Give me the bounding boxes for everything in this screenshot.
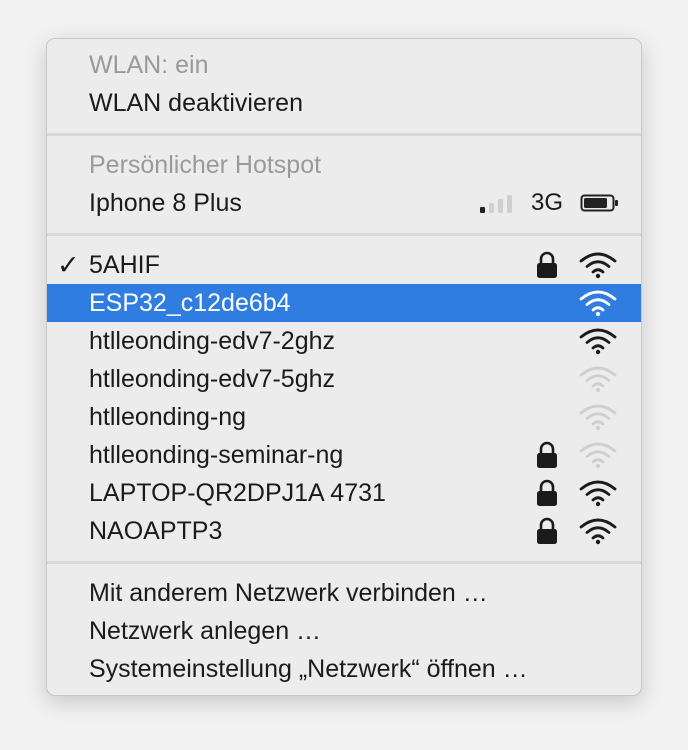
network-item[interactable]: htlleonding-edv7-5ghz	[47, 360, 641, 398]
network-name: 5AHIF	[89, 250, 160, 279]
network-name: htlleonding-ng	[89, 402, 247, 431]
wlan-toggle-item[interactable]: WLAN deaktivieren	[47, 84, 641, 122]
wifi-signal-icon	[578, 284, 618, 322]
separator	[47, 133, 641, 136]
separator	[47, 561, 641, 564]
checkmark-icon: ✓	[57, 249, 80, 280]
open-network-preferences-label: Systemeinstellung „Netzwerk“ öffnen …	[89, 654, 528, 683]
lock-icon	[535, 474, 559, 512]
wifi-signal-icon	[578, 512, 618, 550]
wifi-signal-icon	[578, 474, 618, 512]
lock-icon	[535, 512, 559, 550]
wifi-signal-icon	[578, 322, 618, 360]
hotspot-header-label: Persönlicher Hotspot	[89, 150, 322, 179]
network-item[interactable]: htlleonding-edv7-2ghz	[47, 322, 641, 360]
network-item[interactable]: ✓ 5AHIF	[47, 246, 641, 284]
hotspot-device-label: Iphone 8 Plus	[89, 188, 242, 217]
network-type-label: 3G	[531, 189, 564, 216]
network-item[interactable]: NAOAPTP3	[47, 512, 641, 550]
lock-icon	[535, 436, 559, 474]
lock-icon	[535, 246, 559, 284]
network-name: htlleonding-edv7-2ghz	[89, 326, 336, 355]
hotspot-header: Persönlicher Hotspot	[47, 146, 641, 184]
wifi-signal-icon	[578, 398, 618, 436]
network-name: NAOAPTP3	[89, 516, 223, 545]
wifi-menu: WLAN: ein WLAN deaktivieren Persönlicher…	[46, 38, 642, 696]
network-item[interactable]: htlleonding-seminar-ng	[47, 436, 641, 474]
wifi-signal-icon	[578, 246, 618, 284]
connect-other-network-item[interactable]: Mit anderem Netzwerk verbinden …	[47, 574, 641, 612]
wlan-status: WLAN: ein	[47, 46, 641, 84]
network-item[interactable]: ESP32_c12de6b4	[47, 284, 641, 322]
network-name: htlleonding-seminar-ng	[89, 440, 344, 469]
open-network-preferences-item[interactable]: Systemeinstellung „Netzwerk“ öffnen …	[47, 650, 641, 688]
network-item[interactable]: htlleonding-ng	[47, 398, 641, 436]
create-network-item[interactable]: Netzwerk anlegen …	[47, 612, 641, 650]
network-name: htlleonding-edv7-5ghz	[89, 364, 336, 393]
network-name: ESP32_c12de6b4	[89, 288, 291, 317]
cellular-signal-icon	[479, 184, 515, 222]
connect-other-network-label: Mit anderem Netzwerk verbinden …	[89, 578, 488, 607]
network-name: LAPTOP-QR2DPJ1A 4731	[89, 478, 386, 507]
wifi-signal-icon	[578, 360, 618, 398]
wlan-status-label: WLAN: ein	[89, 50, 209, 79]
network-item[interactable]: LAPTOP-QR2DPJ1A 4731	[47, 474, 641, 512]
wifi-signal-icon	[578, 436, 618, 474]
hotspot-device-item[interactable]: Iphone 8 Plus 3G	[47, 184, 641, 222]
battery-icon	[580, 184, 620, 222]
separator	[47, 233, 641, 236]
wlan-toggle-label: WLAN deaktivieren	[89, 88, 303, 117]
create-network-label: Netzwerk anlegen …	[89, 616, 322, 645]
